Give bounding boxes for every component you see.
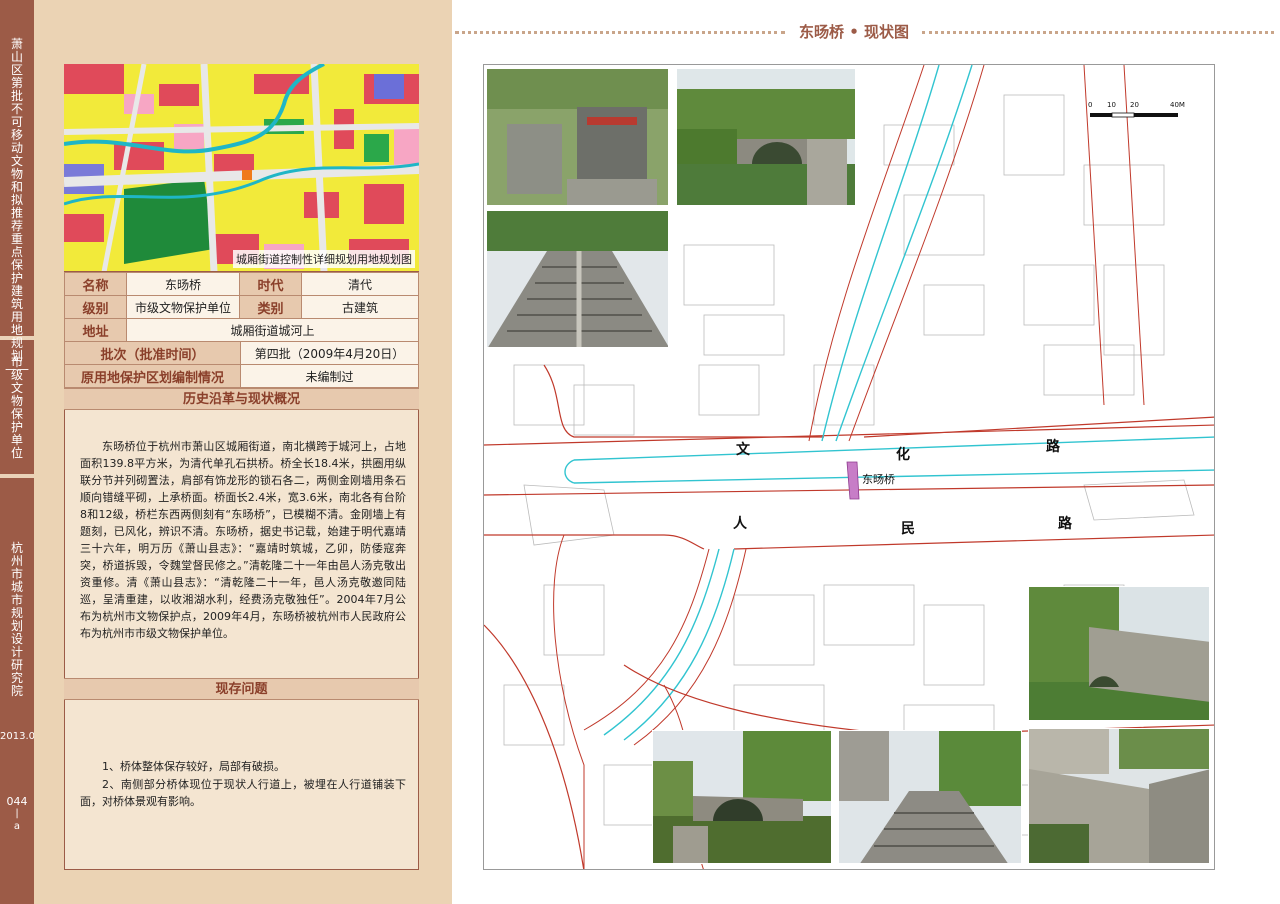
date-label: 2013.06 bbox=[0, 731, 42, 742]
header-dots-left bbox=[455, 31, 785, 34]
institute-vertical: 杭州市城市规划设计研究院 bbox=[0, 542, 34, 698]
road-renmin-char-1: 人 bbox=[733, 516, 747, 532]
page-title: 东旸桥 • 现状图 bbox=[798, 23, 910, 41]
address-label: 地址 bbox=[64, 318, 127, 342]
category-vertical: 市级文物保护单位 bbox=[0, 356, 34, 460]
scale-tick-20: 20 bbox=[1130, 101, 1139, 109]
level-value: 市级文物保护单位 bbox=[126, 295, 240, 319]
page-number: 044 bbox=[6, 795, 28, 808]
land-use-mini-map: 城厢街道控制性详细规划用地规划图 bbox=[64, 64, 419, 272]
type-label: 类别 bbox=[239, 295, 302, 319]
photo-bridge-willows bbox=[676, 68, 856, 206]
issues-heading: 现存问题 bbox=[64, 678, 419, 700]
road-wenhua-char-1: 文 bbox=[736, 442, 750, 458]
band-divider-2 bbox=[0, 474, 34, 478]
name-value: 东旸桥 bbox=[126, 272, 240, 296]
land-use-map-graphic bbox=[64, 64, 419, 271]
batch-label: 批次（批准时间） bbox=[64, 341, 241, 365]
history-text: 东旸桥位于杭州市萧山区城厢街道，南北横跨于城河上，占地面积139.8平方米，为清… bbox=[80, 440, 406, 640]
series-title-vertical: 萧山区第批不可移动文物和拟推荐重点保护建筑用地规划 —— bbox=[0, 38, 34, 376]
photo-bridge-railing bbox=[1028, 728, 1210, 864]
address-value: 城厢街道城河上 bbox=[126, 318, 419, 342]
era-label: 时代 bbox=[239, 272, 302, 296]
issue-item-2: 2、南侧部分桥体现位于现状人行道上，被埋在人行道铺装下面，对桥体景观有影响。 bbox=[80, 778, 406, 808]
type-value: 古建筑 bbox=[301, 295, 419, 319]
mini-map-caption: 城厢街道控制性详细规划用地规划图 bbox=[233, 250, 415, 268]
issue-item-1: 1、桥体整体保存较好，局部有破损。 bbox=[102, 760, 285, 773]
bridge-label: 东旸桥 bbox=[862, 473, 895, 486]
scale-tick-10: 10 bbox=[1107, 101, 1116, 109]
scale-tick-40: 40M bbox=[1170, 101, 1185, 109]
page-sub: a bbox=[13, 821, 21, 832]
batch-table: 批次（批准时间） 第四批（2009年4月20日） 原用地保护区划编制情况 未编制… bbox=[64, 341, 419, 388]
batch-value: 第四批（2009年4月20日） bbox=[240, 341, 419, 365]
scale-bar: 0 10 20 40M bbox=[1086, 101, 1196, 124]
road-renmin-char-2: 民 bbox=[901, 521, 915, 537]
photo-bridge-steps bbox=[486, 210, 669, 348]
plan-label: 原用地保护区划编制情况 bbox=[64, 364, 241, 388]
history-heading: 历史沿革与现状概况 bbox=[64, 388, 419, 410]
vertical-char: 院 bbox=[10, 684, 23, 698]
era-value: 清代 bbox=[301, 272, 419, 296]
road-wenhua-char-3: 路 bbox=[1046, 439, 1060, 455]
info-table: 名称 东旸桥 时代 清代 级别 市级文物保护单位 类别 古建筑 地址 城厢街道城… bbox=[64, 272, 419, 342]
photo-stone-marker bbox=[486, 68, 669, 206]
name-label: 名称 bbox=[64, 272, 127, 296]
scale-tick-0: 0 bbox=[1088, 101, 1093, 109]
header-dots-right bbox=[922, 31, 1274, 34]
road-renmin-char-3: 路 bbox=[1058, 516, 1072, 532]
photo-bridge-deck bbox=[838, 730, 1022, 864]
page-number-dash: | bbox=[15, 808, 19, 819]
photo-bridge-side bbox=[1028, 586, 1210, 721]
vertical-char: 位 bbox=[10, 446, 23, 460]
level-label: 级别 bbox=[64, 295, 127, 319]
plan-value: 未编制过 bbox=[240, 364, 419, 388]
photo-bridge-arch-river bbox=[652, 730, 832, 864]
road-wenhua-char-2: 化 bbox=[896, 447, 910, 463]
